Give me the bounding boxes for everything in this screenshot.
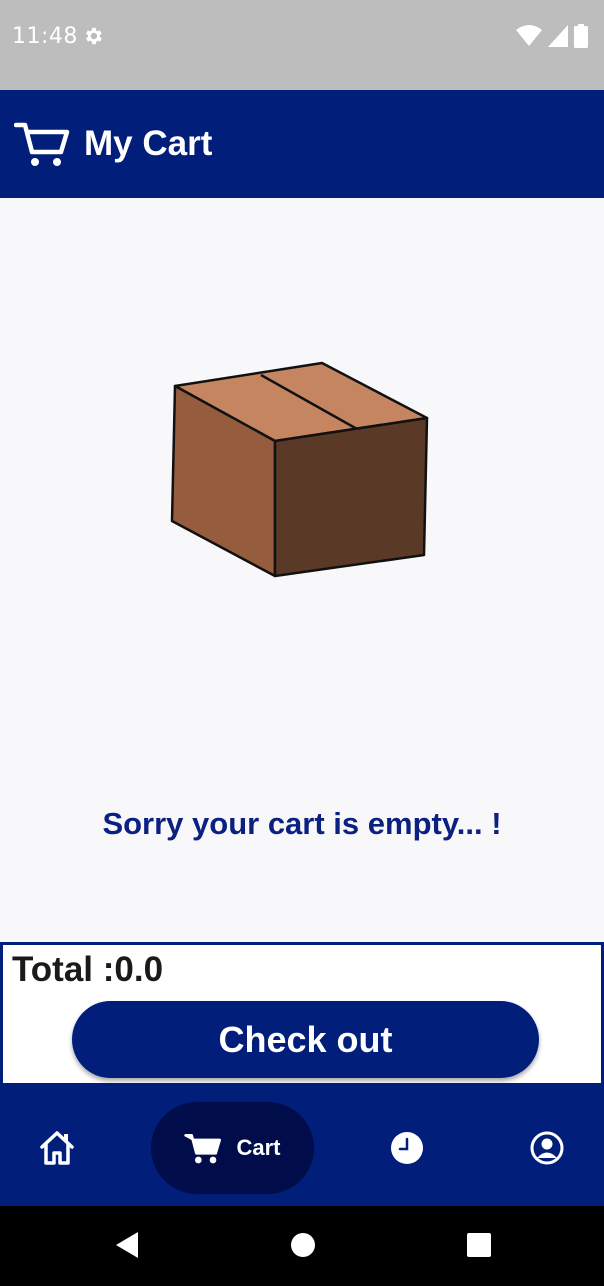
app-bar: My Cart (0, 90, 604, 198)
empty-cart-message: Sorry your cart is empty... ! (102, 806, 502, 841)
status-indicators (516, 24, 588, 48)
nav-item-home[interactable] (30, 1126, 84, 1170)
nav-item-profile[interactable] (520, 1126, 574, 1170)
gear-icon (86, 27, 102, 45)
status-time: 11:48 (12, 24, 78, 49)
empty-box-illustration (170, 361, 429, 578)
checkout-button[interactable]: Check out (72, 1001, 539, 1078)
wifi-icon (516, 25, 542, 46)
clock-icon (391, 1132, 423, 1164)
signal-icon (548, 25, 568, 47)
cart-content: Sorry your cart is empty... ! (0, 198, 604, 942)
nav-cart-label: Cart (236, 1135, 281, 1160)
battery-icon (574, 24, 588, 48)
nav-item-history[interactable] (380, 1126, 434, 1170)
account-icon (530, 1131, 564, 1165)
home-icon (40, 1131, 74, 1165)
status-bar: 11:48 (0, 0, 604, 90)
checkout-panel: Total :0.0 Check out (0, 942, 604, 1086)
recents-icon[interactable] (466, 1230, 492, 1260)
system-navigation (0, 1206, 604, 1286)
back-icon[interactable] (114, 1230, 140, 1260)
page-title: My Cart (84, 124, 213, 163)
cart-icon (184, 1134, 222, 1164)
total-amount: Total :0.0 (12, 950, 164, 989)
cart-icon (14, 122, 70, 166)
nav-item-cart[interactable]: Cart (151, 1102, 314, 1194)
bottom-navigation: Cart (0, 1086, 604, 1206)
home-circle-icon[interactable] (290, 1230, 316, 1260)
